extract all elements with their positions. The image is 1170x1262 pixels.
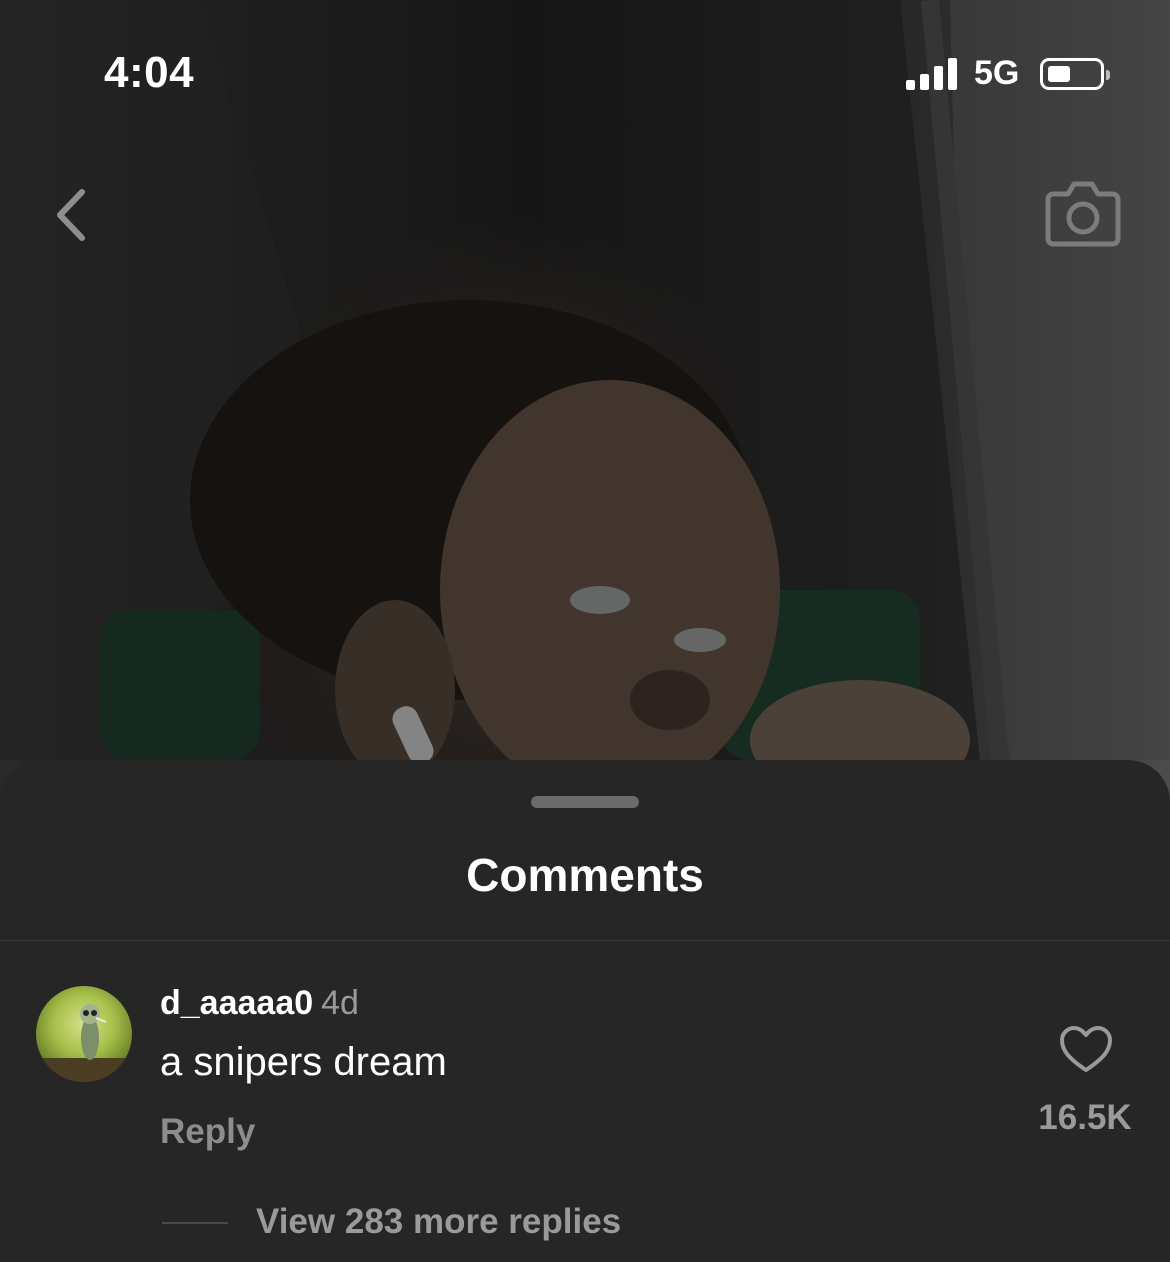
camera-button[interactable] [1044, 176, 1122, 248]
like-count: 16.5K [1038, 1098, 1132, 1137]
video-background [0, 0, 1170, 800]
replies-divider-line [162, 1222, 228, 1224]
camera-icon [1045, 181, 1121, 247]
avatar[interactable] [36, 986, 132, 1082]
avatar-image [36, 1004, 132, 1082]
sheet-drag-handle[interactable] [531, 796, 639, 808]
username-text[interactable]: d_aaaaa0 [160, 984, 313, 1022]
sheet-title: Comments [466, 849, 704, 901]
signal-strength-icon [906, 58, 960, 90]
video-dim-overlay [0, 0, 1170, 800]
like-button[interactable] [1058, 1024, 1114, 1076]
comments-sheet: Comments d_aaaaa0 4d a snipers dream Repl… [0, 760, 1170, 1262]
network-type-label: 5G [974, 54, 1020, 92]
battery-icon [1040, 58, 1110, 90]
sheet-divider [0, 940, 1170, 941]
reply-button[interactable]: Reply [160, 1112, 255, 1152]
view-more-replies-button[interactable]: View 283 more replies [256, 1202, 621, 1242]
comment-text: a snipers dream [160, 1040, 447, 1084]
heart-icon [1060, 1026, 1112, 1072]
comment-time: 4d [321, 984, 359, 1022]
back-button[interactable] [46, 180, 106, 250]
comment-username[interactable]: d_aaaaa0 4d [160, 984, 359, 1023]
chevron-left-icon [57, 189, 85, 241]
status-time: 4:04 [104, 48, 195, 97]
